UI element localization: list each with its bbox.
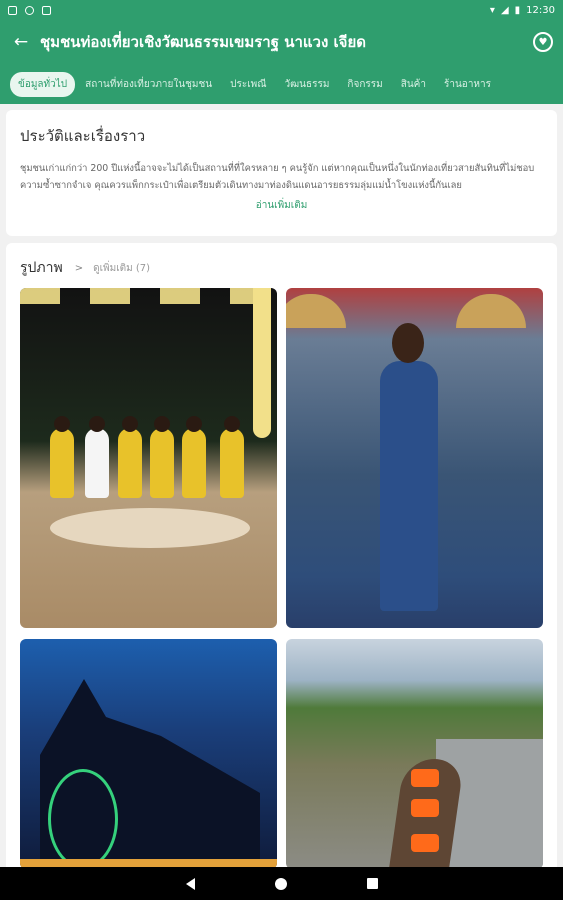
system-nav-bar [0,867,563,900]
photo-temple-night[interactable] [20,639,277,869]
app-bar: ← ชุมชนท่องเที่ยวเชิงวัฒนธรรมเขมราฐ นาแว… [0,20,563,64]
woman-figure [374,323,444,623]
tree-of-life-mural [48,769,118,869]
nav-back-icon[interactable] [185,877,195,890]
see-all-link[interactable]: ดูเพิ่มเติม (7) [93,261,150,276]
tab-2[interactable]: ประเพณี [222,72,274,97]
photo-river-boat[interactable] [286,639,543,869]
life-jacket [411,769,439,787]
hat-decoration [286,294,346,328]
read-more-link[interactable]: อ่านเพิ่มเติม [20,198,543,213]
history-body: ชุมชนเก่าแก่กว่า 200 ปีแห่งนี้อาจจะไม่ได… [20,163,535,191]
photos-title: รูปภาพ [20,260,63,276]
tab-6[interactable]: ร้านอาหาร [436,72,499,97]
settings-notification-icon [25,5,34,15]
wifi-icon: ▾ [489,4,495,16]
clock: 12:30 [526,4,555,16]
tab-1[interactable]: สถานที่ท่องเที่ยวภายในชุมชน [77,72,220,97]
tab-0[interactable]: ข้อมูลทั่วไป [10,71,76,97]
tab-3[interactable]: วัฒนธรรม [277,72,338,97]
chevron-right-icon[interactable]: > [75,263,83,274]
favorite-icon[interactable]: ♥ [533,32,553,52]
life-jacket [411,799,439,817]
life-jacket [411,834,439,852]
food-mat [50,508,250,548]
history-card: ประวัติและเรื่องราว ชุมชนเก่าแก่กว่า 200… [6,110,557,236]
lanterns-decoration [20,288,277,304]
photo-community-dinner[interactable] [20,288,277,628]
tab-4[interactable]: กิจกรรม [339,72,390,97]
history-title: ประวัติและเรื่องราว [20,127,146,145]
tab-bar: ข้อมูลทั่วไป สถานที่ท่องเที่ยวภายในชุมชนป… [0,64,563,104]
status-bar: ▾ ◢ ▮ 12:30 [0,0,563,20]
image-notification-icon [8,5,17,15]
seated-people [30,408,270,498]
page-title: ชุมชนท่องเที่ยวเชิงวัฒนธรรมเขมราฐ นาแวง … [40,33,366,51]
photo-woman-textiles[interactable] [286,288,543,628]
photos-card: รูปภาพ > ดูเพิ่มเติม (7) [6,243,557,883]
tab-5[interactable]: สินค้า [393,72,434,97]
nav-home-icon[interactable] [274,877,287,890]
card-notification-icon [42,5,51,15]
nav-recents-icon[interactable] [366,878,378,889]
battery-icon: ▮ [514,4,521,16]
signal-icon: ◢ [500,4,509,16]
hat-decoration [456,294,526,328]
back-arrow-icon[interactable]: ← [10,31,32,53]
